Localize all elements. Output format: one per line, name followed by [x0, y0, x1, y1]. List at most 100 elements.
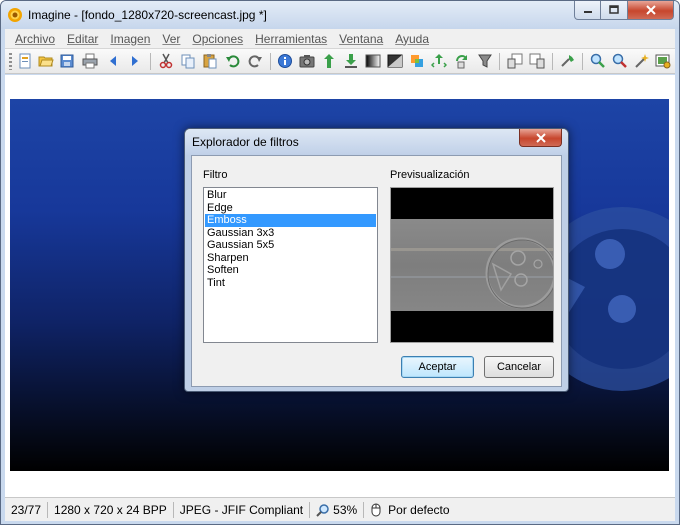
cancel-button[interactable]: Cancelar — [484, 356, 554, 378]
grayscale-button[interactable] — [364, 52, 382, 70]
menu-imagen[interactable]: Imagen — [104, 32, 156, 46]
dialog-close-button[interactable] — [519, 129, 562, 147]
zoom-minus-icon — [612, 53, 627, 68]
capture-button[interactable] — [298, 52, 316, 70]
status-dimensions: 1280 x 720 x 24 BPP — [48, 501, 174, 518]
status-zoom: 53% — [310, 501, 365, 518]
slideshow-button[interactable] — [559, 52, 577, 70]
negative-button[interactable] — [386, 52, 404, 70]
status-zoom-value: 53% — [333, 502, 358, 517]
filter-list[interactable]: Blur Edge Emboss Gaussian 3x3 Gaussian 5… — [203, 187, 378, 343]
menu-bar: Archivo Editar Imagen Ver Opciones Herra… — [5, 29, 675, 49]
paste-button[interactable] — [201, 52, 219, 70]
toolbar-separator — [582, 53, 583, 70]
open-icon — [38, 56, 54, 67]
menu-herramientas[interactable]: Herramientas — [249, 32, 333, 46]
resize-button[interactable] — [453, 52, 471, 70]
magnifier-icon — [316, 503, 329, 517]
save-icon — [60, 54, 74, 68]
status-mode-value: Por defecto — [388, 502, 450, 517]
dialog-body: Filtro Previsualización Blur Edge Emboss… — [191, 155, 562, 387]
info-icon — [278, 54, 292, 68]
flip-vertical-icon — [324, 54, 334, 68]
menu-ventana[interactable]: Ventana — [333, 32, 389, 46]
filter-item-blur[interactable]: Blur — [205, 189, 376, 202]
preview-label: Previsualización — [390, 169, 470, 181]
new-button[interactable] — [16, 52, 34, 70]
copy-icon — [181, 54, 195, 69]
zoom-in-icon — [507, 53, 523, 69]
info-button[interactable] — [276, 52, 294, 70]
copy-button[interactable] — [179, 52, 197, 70]
minimize-icon — [583, 11, 592, 13]
sun-flower-icon — [8, 8, 22, 22]
filter-item-emboss[interactable]: Emboss — [205, 214, 376, 227]
slideshow-icon — [561, 55, 574, 67]
magic-wand-icon — [635, 54, 649, 68]
main-window: Imagine - [fondo_1280x720-screencast.jpg… — [0, 0, 680, 525]
menu-editar[interactable]: Editar — [61, 32, 104, 46]
undo-button[interactable] — [224, 52, 242, 70]
menu-opciones[interactable]: Opciones — [186, 32, 249, 46]
filter-item-tint[interactable]: Tint — [205, 277, 376, 290]
dialog-title-bar[interactable]: Explorador de filtros — [185, 129, 568, 155]
filter-item-edge[interactable]: Edge — [205, 202, 376, 215]
mouse-icon — [371, 503, 381, 516]
flip-horizontal-icon — [345, 54, 357, 68]
maximize-button[interactable] — [601, 1, 628, 20]
zoom-plus-button[interactable] — [589, 52, 607, 70]
close-icon — [645, 5, 656, 15]
print-button[interactable] — [81, 52, 99, 70]
filter-item-gaussian-5x5[interactable]: Gaussian 5x5 — [205, 239, 376, 252]
maximize-icon — [609, 5, 619, 14]
title-bar[interactable]: Imagine - [fondo_1280x720-screencast.jpg… — [1, 1, 679, 29]
crop-button[interactable] — [430, 52, 448, 70]
previous-button[interactable] — [104, 52, 122, 70]
zoom-minus-button[interactable] — [611, 52, 629, 70]
status-page: 23/77 — [5, 501, 49, 518]
magic-wand-button[interactable] — [633, 52, 651, 70]
close-icon — [535, 132, 546, 143]
toolbar-separator — [150, 53, 151, 70]
previous-icon — [110, 56, 116, 66]
zoom-in-button[interactable] — [506, 52, 524, 70]
negative-icon — [387, 54, 403, 68]
cut-button[interactable] — [157, 52, 175, 70]
close-button[interactable] — [628, 1, 674, 20]
print-icon — [82, 53, 98, 69]
resize-icon — [456, 55, 467, 69]
settings-button[interactable] — [654, 52, 672, 70]
zoom-out-icon — [529, 53, 545, 69]
redo-button[interactable] — [246, 52, 264, 70]
save-button[interactable] — [58, 52, 76, 70]
flip-horizontal-button[interactable] — [342, 52, 360, 70]
filter-item-soften[interactable]: Soften — [205, 264, 376, 277]
minimize-button[interactable] — [574, 1, 601, 20]
new-icon — [19, 53, 31, 69]
flip-vertical-button[interactable] — [320, 52, 338, 70]
toolbar-separator — [499, 53, 500, 70]
filter-button[interactable] — [476, 52, 494, 70]
filter-label: Filtro — [203, 169, 228, 181]
toolbar-separator — [552, 53, 553, 70]
accept-button[interactable]: Aceptar — [401, 356, 474, 378]
window-title: Imagine - [fondo_1280x720-screencast.jpg… — [28, 8, 267, 22]
zoom-out-button[interactable] — [528, 52, 546, 70]
toolbar-grip[interactable] — [9, 53, 12, 70]
next-button[interactable] — [126, 52, 144, 70]
crop-icon — [431, 54, 447, 68]
filter-preview — [390, 187, 554, 343]
emboss-preview-icon — [391, 219, 553, 311]
rotate-button[interactable] — [408, 52, 426, 70]
menu-archivo[interactable]: Archivo — [9, 32, 61, 46]
filter-item-sharpen[interactable]: Sharpen — [205, 252, 376, 265]
undo-icon — [226, 55, 240, 68]
menu-ayuda[interactable]: Ayuda — [389, 32, 435, 46]
window-controls — [574, 1, 674, 20]
rotate-icon — [411, 55, 423, 67]
open-button[interactable] — [37, 52, 55, 70]
menu-ver[interactable]: Ver — [156, 32, 186, 46]
filter-item-gaussian-3x3[interactable]: Gaussian 3x3 — [205, 227, 376, 240]
cut-icon — [159, 53, 173, 69]
filter-explorer-dialog: Explorador de filtros Filtro Previsualiz… — [184, 128, 569, 392]
